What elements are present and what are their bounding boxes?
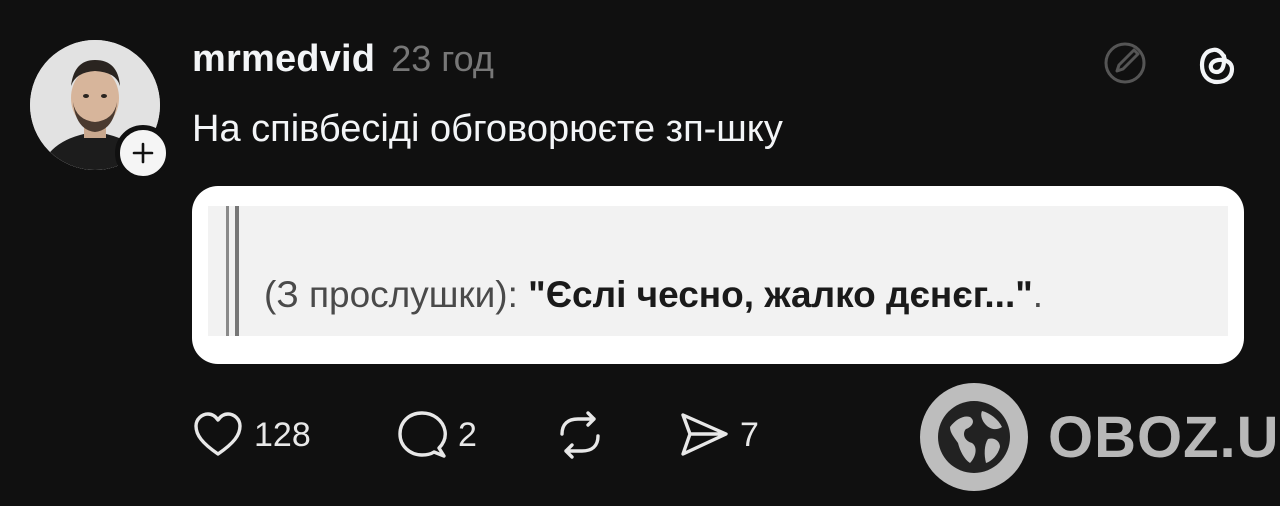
send-icon [681, 413, 728, 456]
username[interactable]: mrmedvid [192, 38, 375, 81]
edit-icon[interactable] [1100, 38, 1150, 93]
comment-icon [398, 411, 447, 458]
like-button[interactable]: 128 [192, 410, 311, 460]
watermark-text: OBOZ.UA [1048, 404, 1280, 470]
quote-block: (З прослушки): "Єслі чесно, жалко дєнєг.… [208, 206, 1228, 336]
threads-logo-icon[interactable] [1192, 38, 1242, 93]
plus-icon [132, 142, 154, 164]
quote-image-card[interactable]: (З прослушки): "Єслі чесно, жалко дєнєг.… [192, 186, 1244, 364]
quote-suffix: . [1032, 274, 1044, 315]
heart-icon [194, 412, 242, 456]
comment-count: 2 [458, 415, 477, 454]
share-count: 7 [740, 415, 759, 454]
repost-icon [560, 411, 600, 459]
follow-plus-button[interactable] [115, 125, 171, 181]
post-time: 23 год [391, 38, 494, 79]
globe-icon [920, 383, 1028, 491]
quote-prefix: (З прослушки): [264, 274, 529, 315]
quote-bar [226, 206, 229, 336]
quote-bar-shadow [235, 206, 239, 336]
post-text: На співбесіді обговорюєте зп-шку [192, 108, 783, 150]
like-count: 128 [254, 415, 311, 454]
repost-button[interactable] [554, 410, 606, 460]
comment-button[interactable]: 2 [396, 410, 477, 460]
post-header: mrmedvid 23 год [192, 38, 494, 84]
share-button[interactable]: 7 [678, 410, 759, 460]
quote-text: (З прослушки): "Єслі чесно, жалко дєнєг.… [264, 274, 1043, 316]
oboz-watermark: OBOZ.UA [920, 383, 1280, 491]
quote-emphasis: "Єслі чесно, жалко дєнєг..." [528, 274, 1033, 315]
